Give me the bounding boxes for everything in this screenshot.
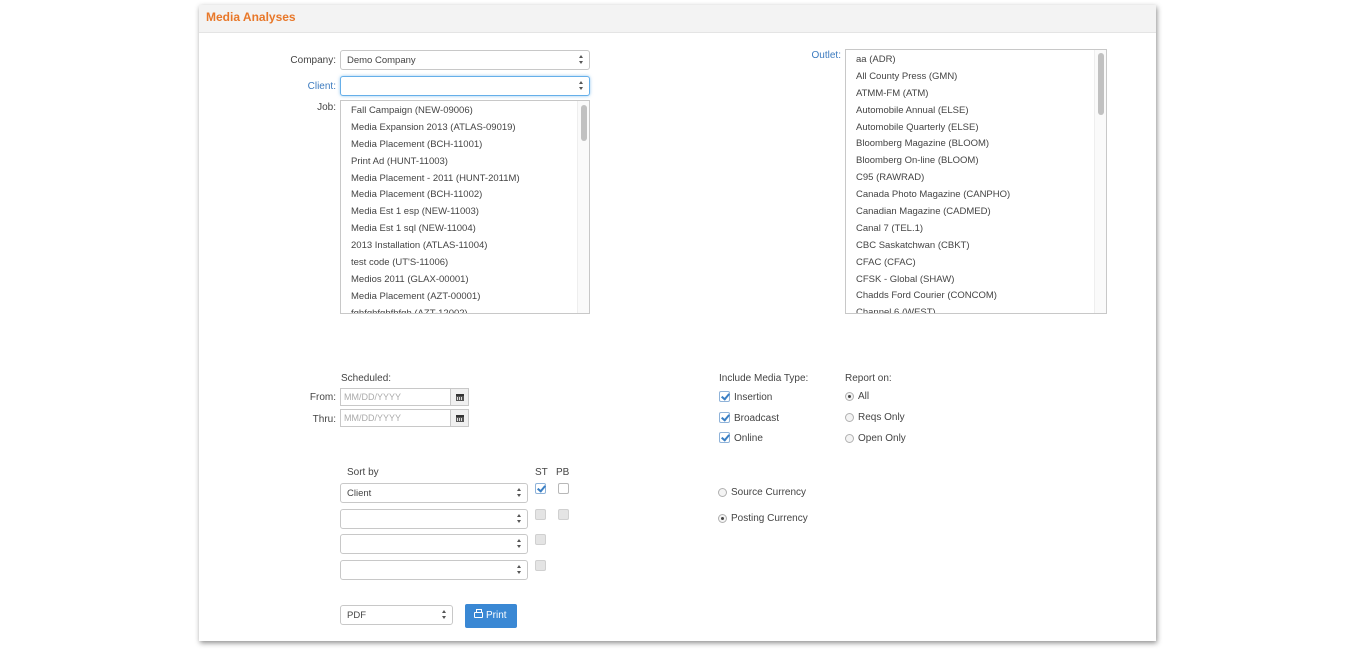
sort-2-st-checkbox[interactable] <box>535 509 546 520</box>
thru-date-input[interactable]: MM/DD/YYYY <box>340 409 451 427</box>
company-select-value: Demo Company <box>347 55 416 66</box>
outlet-list-item[interactable]: Canada Photo Magazine (CANPHO) <box>846 187 1092 204</box>
st-column-label: ST <box>535 467 548 478</box>
sort-by-select-1-value: Client <box>347 488 372 499</box>
job-list-item[interactable]: Media Placement (AZT-00001) <box>341 289 575 306</box>
select-arrows-icon <box>517 487 523 499</box>
job-list-item[interactable]: Medios 2011 (GLAX-00001) <box>341 272 575 289</box>
outlet-list-item[interactable]: Canadian Magazine (CADMED) <box>846 204 1092 221</box>
panel-header: Media Analyses <box>199 5 1156 33</box>
select-arrows-icon <box>579 54 585 66</box>
select-arrows-icon <box>517 513 523 525</box>
job-label: Job: <box>317 102 336 113</box>
online-checkbox[interactable] <box>719 432 730 443</box>
outlet-label[interactable]: Outlet: <box>780 50 841 61</box>
scheduled-label: Scheduled: <box>341 373 392 384</box>
outlet-list-item[interactable]: aa (ADR) <box>846 52 1092 69</box>
outlet-list-item[interactable]: All County Press (GMN) <box>846 69 1092 86</box>
client-label[interactable]: Client: <box>260 81 336 92</box>
job-list-item[interactable]: test code (UT'S-11006) <box>341 255 575 272</box>
insertion-checkbox[interactable] <box>719 391 730 402</box>
online-label: Online <box>734 433 763 444</box>
job-list-item[interactable]: Print Ad (HUNT-11003) <box>341 154 575 171</box>
sort-by-select-3[interactable] <box>340 534 528 554</box>
broadcast-label: Broadcast <box>734 413 780 424</box>
sort-by-select-4[interactable] <box>340 560 528 580</box>
outlet-scrollbar-thumb[interactable] <box>1098 53 1104 115</box>
report-reqs-only-radio[interactable] <box>845 413 854 422</box>
sort-by-select-2[interactable] <box>340 509 528 529</box>
print-button-label: Print <box>486 610 507 621</box>
output-format-select[interactable]: PDF <box>340 605 453 625</box>
calendar-icon <box>456 415 464 422</box>
page-title: Media Analyses <box>206 10 296 24</box>
outlet-list-item[interactable]: Bloomberg On-line (BLOOM) <box>846 153 1092 170</box>
sort-by-label: Sort by <box>347 467 379 478</box>
sort-4-st-checkbox[interactable] <box>535 560 546 571</box>
thru-calendar-button[interactable] <box>450 409 469 427</box>
outlet-list-item[interactable]: CFSK - Global (SHAW) <box>846 272 1092 289</box>
sort-by-select-1[interactable]: Client <box>340 483 528 503</box>
thru-label: Thru: <box>312 414 336 425</box>
company-select[interactable]: Demo Company <box>340 50 590 70</box>
outlet-list-item[interactable]: Bloomberg Magazine (BLOOM) <box>846 136 1092 153</box>
company-label: Company: <box>290 55 336 66</box>
pb-column-label: PB <box>556 467 570 478</box>
report-on-label: Report on: <box>845 373 892 384</box>
job-listbox[interactable]: Fall Campaign (NEW-09006) Media Expansion… <box>340 100 590 314</box>
insertion-label: Insertion <box>734 392 773 403</box>
printer-icon <box>474 609 483 618</box>
select-arrows-icon <box>517 564 523 576</box>
outlet-listbox[interactable]: aa (ADR) All County Press (GMN) ATMM-FM (A… <box>845 49 1107 314</box>
job-list-item[interactable]: Fall Campaign (NEW-09006) <box>341 103 575 120</box>
outlet-list-item[interactable]: Canal 7 (TEL.1) <box>846 221 1092 238</box>
job-scrollbar[interactable] <box>577 101 589 313</box>
outlet-list-item[interactable]: CFAC (CFAC) <box>846 255 1092 272</box>
sort-1-st-checkbox[interactable] <box>535 483 546 494</box>
from-calendar-button[interactable] <box>450 388 469 406</box>
report-open-only-radio[interactable] <box>845 434 854 443</box>
report-reqs-only-label: Reqs Only <box>858 412 905 423</box>
job-scrollbar-thumb[interactable] <box>581 105 587 141</box>
from-label: From: <box>309 392 336 403</box>
job-list-item[interactable]: Media Est 1 sql (NEW-11004) <box>341 221 575 238</box>
outlet-list-item[interactable]: Automobile Annual (ELSE) <box>846 103 1092 120</box>
calendar-icon <box>456 394 464 401</box>
job-list-item[interactable]: fghfghfghfhfgh (AZT-12002) <box>341 306 575 313</box>
job-list-item[interactable]: Media Placement (BCH-11001) <box>341 137 575 154</box>
select-arrows-icon <box>579 80 585 92</box>
outlet-list-item[interactable]: C95 (RAWRAD) <box>846 170 1092 187</box>
sort-1-pb-checkbox[interactable] <box>558 483 569 494</box>
report-open-only-label: Open Only <box>858 433 906 444</box>
outlet-scrollbar[interactable] <box>1094 50 1106 313</box>
sort-2-pb-checkbox[interactable] <box>558 509 569 520</box>
client-select[interactable] <box>340 76 590 96</box>
posting-currency-label: Posting Currency <box>731 513 808 524</box>
from-date-input[interactable]: MM/DD/YYYY <box>340 388 451 406</box>
outlet-list-item[interactable]: Automobile Quarterly (ELSE) <box>846 120 1092 137</box>
source-currency-label: Source Currency <box>731 487 807 498</box>
report-all-label: All <box>858 391 870 402</box>
outlet-list-item[interactable]: ATMM-FM (ATM) <box>846 86 1092 103</box>
sort-3-st-checkbox[interactable] <box>535 534 546 545</box>
job-list-item[interactable]: Media Est 1 esp (NEW-11003) <box>341 204 575 221</box>
broadcast-checkbox[interactable] <box>719 412 730 423</box>
outlet-list-item[interactable]: CBC Saskatchwan (CBKT) <box>846 238 1092 255</box>
media-type-label: Include Media Type: <box>719 373 809 384</box>
job-list-item[interactable]: 2013 Installation (ATLAS-11004) <box>341 238 575 255</box>
job-list-item[interactable]: Media Placement (BCH-11002) <box>341 187 575 204</box>
select-arrows-icon <box>442 609 448 621</box>
posting-currency-radio[interactable] <box>718 514 727 523</box>
print-button[interactable]: Print <box>465 604 517 628</box>
job-list-item[interactable]: Media Expansion 2013 (ATLAS-09019) <box>341 120 575 137</box>
outlet-list-item[interactable]: Chadds Ford Courier (CONCOM) <box>846 288 1092 305</box>
outlet-list-item[interactable]: Channel 6 (WEST) <box>846 305 1092 313</box>
job-list-item[interactable]: Media Placement - 2011 (HUNT-2011M) <box>341 171 575 188</box>
select-arrows-icon <box>517 538 523 550</box>
output-format-value: PDF <box>347 610 366 621</box>
source-currency-radio[interactable] <box>718 488 727 497</box>
report-all-radio[interactable] <box>845 392 854 401</box>
